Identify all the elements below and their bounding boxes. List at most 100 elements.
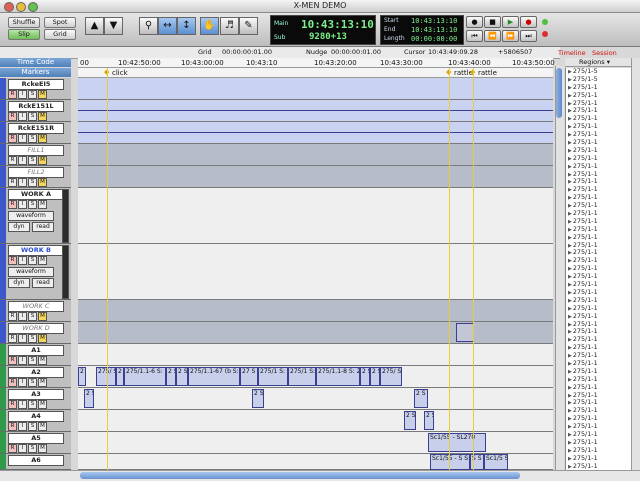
- track-lane[interactable]: [78, 344, 553, 366]
- input-monitor-button[interactable]: I: [18, 422, 27, 431]
- track-name[interactable]: A5: [8, 433, 64, 444]
- audio-region[interactable]: 275/1 S: 275: [288, 367, 316, 386]
- nudge-value[interactable]: 00:00:00:01.00: [331, 47, 381, 58]
- grabber-tool-icon[interactable]: ✋: [200, 17, 219, 35]
- track-view-selector[interactable]: waveform: [8, 211, 54, 221]
- input-monitor-button[interactable]: I: [18, 356, 27, 365]
- mute-button[interactable]: M: [38, 90, 47, 99]
- close-window-button[interactable]: [4, 2, 14, 12]
- zoomer-tool-icon[interactable]: ⚲: [139, 17, 158, 35]
- region-list-item[interactable]: ▶275/1-1: [566, 462, 632, 470]
- track-header[interactable]: RckE151R RISM: [0, 122, 71, 144]
- trim-tool-icon[interactable]: ↔: [158, 17, 177, 35]
- disclosure-triangle-icon[interactable]: ▶: [568, 219, 572, 225]
- track-lane[interactable]: 2 275/ S: 27 2 275/1.1-6 S: 275, T: 1 2 …: [78, 366, 553, 388]
- disclosure-triangle-icon[interactable]: ▶: [568, 282, 572, 288]
- track-header[interactable]: A5 RISM: [0, 432, 71, 454]
- disclosure-triangle-icon[interactable]: ▶: [568, 116, 572, 122]
- audio-region[interactable]: 2 S: [166, 367, 176, 386]
- markers-ruler[interactable]: ◆ click ◆ rattle ◆ rattle: [78, 68, 553, 78]
- track-name[interactable]: WORK A: [8, 189, 64, 200]
- audio-region[interactable]: 275/1 S: 27: [258, 367, 288, 386]
- input-monitor-button[interactable]: I: [18, 444, 27, 453]
- disclosure-triangle-icon[interactable]: ▶: [568, 235, 572, 241]
- rewind-icon[interactable]: ⏪: [484, 30, 501, 42]
- track-header[interactable]: WORK C RISM: [0, 300, 71, 322]
- disclosure-triangle-icon[interactable]: ▶: [568, 258, 572, 264]
- track-lane[interactable]: [78, 166, 553, 188]
- audio-region[interactable]: 2: [78, 367, 86, 386]
- disclosure-triangle-icon[interactable]: ▶: [568, 140, 572, 146]
- disclosure-triangle-icon[interactable]: ▶: [568, 408, 572, 414]
- automation-dyn-selector[interactable]: dyn: [8, 278, 30, 288]
- track-lane[interactable]: [78, 144, 553, 166]
- disclosure-triangle-icon[interactable]: ▶: [568, 464, 572, 470]
- disclosure-triangle-icon[interactable]: ▶: [568, 187, 572, 193]
- track-name[interactable]: A6: [8, 455, 64, 466]
- timeline-vertical-scrollbar[interactable]: [555, 66, 564, 470]
- track-view-selector[interactable]: waveform: [8, 267, 54, 277]
- mute-button[interactable]: M: [38, 378, 47, 387]
- record-enable-button[interactable]: R: [8, 356, 17, 365]
- disclosure-triangle-icon[interactable]: ▶: [568, 400, 572, 406]
- disclosure-triangle-icon[interactable]: ▶: [568, 329, 572, 335]
- solo-button[interactable]: S: [28, 90, 37, 99]
- disclosure-triangle-icon[interactable]: ▶: [568, 369, 572, 375]
- mute-button[interactable]: M: [38, 200, 47, 209]
- disclosure-triangle-icon[interactable]: ▶: [568, 385, 572, 391]
- disclosure-triangle-icon[interactable]: ▶: [568, 101, 572, 107]
- solo-button[interactable]: S: [28, 422, 37, 431]
- disclosure-triangle-icon[interactable]: ▶: [568, 85, 572, 91]
- mute-button[interactable]: M: [38, 334, 47, 343]
- disclosure-triangle-icon[interactable]: ▶: [568, 290, 572, 296]
- track-lane[interactable]: [78, 122, 553, 144]
- disclosure-triangle-icon[interactable]: ▶: [568, 345, 572, 351]
- fast-forward-icon[interactable]: ⏩: [502, 30, 519, 42]
- input-monitor-button[interactable]: I: [18, 90, 27, 99]
- track-name[interactable]: A1: [8, 345, 64, 356]
- disclosure-triangle-icon[interactable]: ▶: [568, 195, 572, 201]
- record-enable-button[interactable]: R: [8, 256, 17, 265]
- mute-button[interactable]: M: [38, 178, 47, 187]
- length-value[interactable]: 00:00:00:00: [411, 35, 457, 43]
- go-to-end-icon[interactable]: ⏭: [520, 30, 537, 42]
- audio-region[interactable]: 275/ S: 27: [96, 367, 116, 386]
- solo-button[interactable]: S: [28, 256, 37, 265]
- play-icon[interactable]: ▶: [502, 16, 519, 28]
- input-monitor-button[interactable]: I: [18, 156, 27, 165]
- input-monitor-button[interactable]: I: [18, 134, 27, 143]
- selector-tool-icon[interactable]: ↕: [177, 17, 196, 35]
- automation-mode-selector[interactable]: read: [32, 278, 54, 288]
- audio-region[interactable]: 2 S: [252, 389, 264, 408]
- mute-button[interactable]: M: [38, 444, 47, 453]
- grid-value[interactable]: 00:00:00:01.00: [222, 47, 272, 58]
- track-header[interactable]: RckeEI5 RISM: [0, 78, 71, 100]
- timecode-ruler[interactable]: 00 10:42:50:00 10:43:00:00 10:43:10 10:4…: [78, 58, 555, 68]
- track-header[interactable]: A2 RISM: [0, 366, 71, 388]
- mute-button[interactable]: M: [38, 156, 47, 165]
- disclosure-triangle-icon[interactable]: ▶: [568, 164, 572, 170]
- track-lane[interactable]: [78, 78, 553, 100]
- track-lane[interactable]: [78, 188, 553, 244]
- record-enable-button[interactable]: R: [8, 156, 17, 165]
- track-name[interactable]: WORK D: [8, 323, 64, 334]
- track-lane[interactable]: 2 S 2 S: [78, 410, 553, 432]
- disclosure-triangle-icon[interactable]: ▶: [568, 377, 572, 383]
- audio-region[interactable]: 2: [116, 367, 124, 386]
- disclosure-triangle-icon[interactable]: ▶: [568, 393, 572, 399]
- solo-button[interactable]: S: [28, 400, 37, 409]
- track-header[interactable]: WORK D RISM: [0, 322, 71, 344]
- record-enable-button[interactable]: R: [8, 90, 17, 99]
- mute-button[interactable]: M: [38, 112, 47, 121]
- track-lane[interactable]: Sc1/55 - S S: 270, T: S S Sc1/5 S: 2: [78, 454, 553, 470]
- disclosure-triangle-icon[interactable]: ▶: [568, 124, 572, 130]
- disclosure-triangle-icon[interactable]: ▶: [568, 424, 572, 430]
- session-tab[interactable]: Session: [592, 49, 617, 57]
- solo-button[interactable]: S: [28, 134, 37, 143]
- audio-region[interactable]: 2 S: [404, 411, 416, 430]
- disclosure-triangle-icon[interactable]: ▶: [568, 172, 572, 178]
- audio-region[interactable]: 2 S: [176, 367, 188, 386]
- input-monitor-button[interactable]: I: [18, 400, 27, 409]
- record-icon[interactable]: ●: [520, 16, 537, 28]
- zoom-out-icon[interactable]: ▼: [104, 17, 123, 35]
